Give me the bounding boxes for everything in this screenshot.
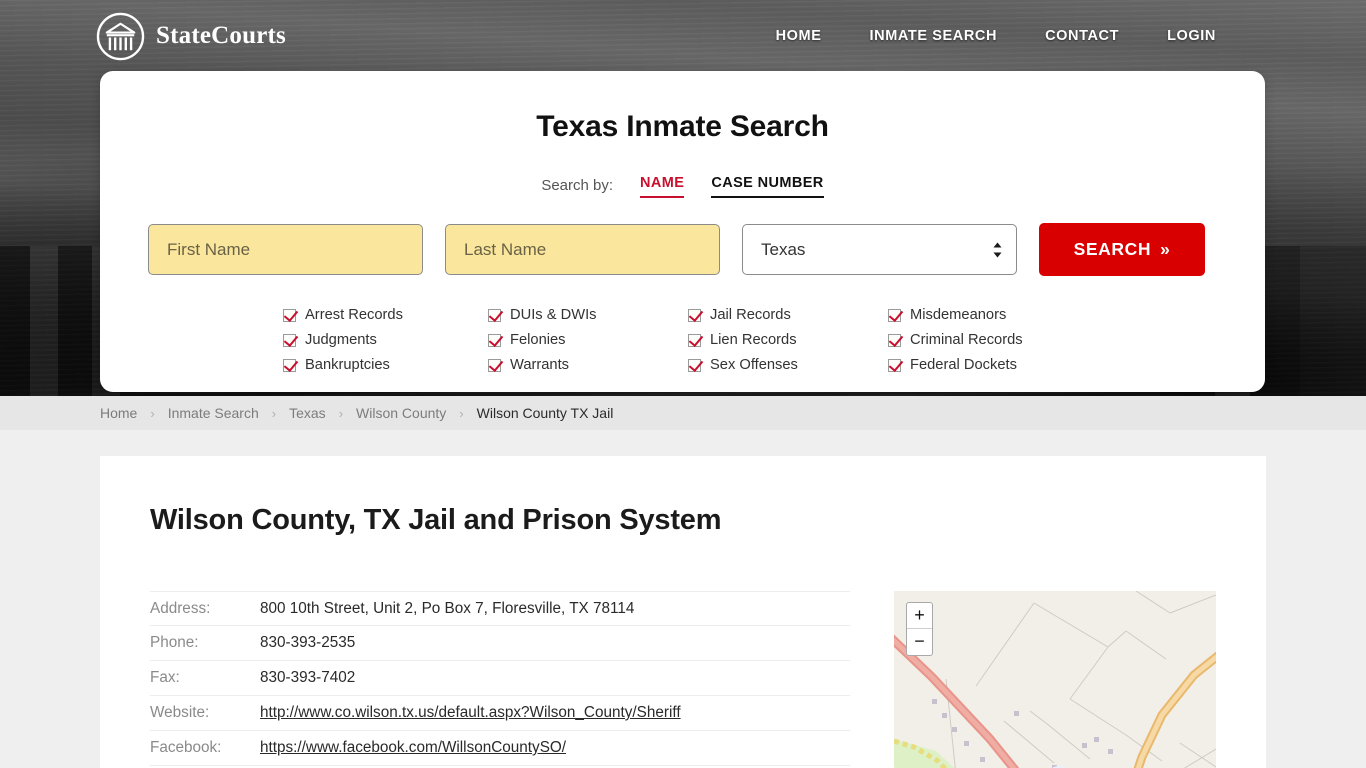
facility-body: Address: 800 10th Street, Unit 2, Po Box… (150, 591, 1216, 768)
nav-item-home[interactable]: HOME (776, 28, 822, 44)
checkbox-checked-icon[interactable] (688, 358, 701, 372)
chevron-right-icon: › (459, 405, 464, 421)
map-tiles (894, 591, 1216, 768)
checkbox-checked-icon[interactable] (888, 333, 901, 347)
record-type-label: Judgments (305, 332, 377, 348)
breadcrumb-item-current: Wilson County TX Jail (476, 405, 614, 421)
nav-item-inmate-search[interactable]: INMATE SEARCH (870, 28, 998, 44)
record-type-item[interactable]: Federal Dockets (888, 353, 1103, 377)
record-type-item[interactable]: Misdemeanors (888, 303, 1103, 327)
record-type-label: Criminal Records (910, 332, 1023, 348)
search-button[interactable]: SEARCH » (1039, 223, 1205, 276)
record-type-item[interactable]: Criminal Records (888, 328, 1103, 352)
info-label: Facebook: (150, 739, 222, 756)
info-label: Website: (150, 704, 210, 721)
tab-case-number[interactable]: CASE NUMBER (711, 175, 825, 198)
info-value-fax: 830-393-7402 (260, 669, 356, 686)
courthouse-circle-icon (96, 12, 145, 61)
record-type-label: Bankruptcies (305, 357, 390, 373)
record-type-item[interactable]: DUIs & DWIs (488, 303, 688, 327)
record-type-item[interactable]: Judgments (283, 328, 488, 352)
first-name-input[interactable] (148, 224, 423, 275)
record-type-label: Federal Dockets (910, 357, 1017, 373)
page-title: Wilson County, TX Jail and Prison System (150, 504, 722, 536)
table-row: Fax: 830-393-7402 (150, 661, 850, 696)
main-navigation: HOME INMATE SEARCH CONTACT LOGIN (776, 28, 1216, 44)
page-body: Wilson County, TX Jail and Prison System… (0, 456, 1366, 768)
checkbox-checked-icon[interactable] (283, 308, 296, 322)
checkbox-checked-icon[interactable] (688, 333, 701, 347)
nav-item-login[interactable]: LOGIN (1167, 28, 1216, 44)
breadcrumb-item-texas[interactable]: Texas (289, 405, 326, 421)
state-select-wrap: Texas (742, 224, 1017, 275)
breadcrumb-item-inmate-search[interactable]: Inmate Search (168, 405, 259, 421)
site-header: StateCourts HOME INMATE SEARCH CONTACT L… (0, 0, 1366, 72)
search-by-row: Search by: NAME CASE NUMBER (148, 170, 1217, 198)
record-type-label: Felonies (510, 332, 566, 348)
state-select[interactable]: Texas (742, 224, 1017, 275)
record-type-label: Sex Offenses (710, 357, 798, 373)
zoom-out-button[interactable]: − (907, 629, 932, 655)
record-type-label: DUIs & DWIs (510, 307, 597, 323)
info-value-address: 800 10th Street, Unit 2, Po Box 7, Flore… (260, 599, 635, 617)
checkbox-checked-icon[interactable] (283, 333, 296, 347)
chevron-right-icon: › (271, 405, 277, 421)
info-label: Fax: (150, 669, 180, 686)
checkbox-checked-icon[interactable] (488, 358, 501, 372)
website-link[interactable]: http://www.co.wilson.tx.us/default.aspx?… (260, 704, 681, 721)
record-type-item[interactable]: Lien Records (688, 328, 888, 352)
last-name-input[interactable] (445, 224, 720, 275)
location-map[interactable]: + − (894, 591, 1216, 768)
inmate-search-card: Texas Inmate Search Search by: NAME CASE… (100, 71, 1265, 392)
record-type-item[interactable]: Felonies (488, 328, 688, 352)
checkbox-checked-icon[interactable] (488, 308, 501, 322)
nav-item-contact[interactable]: CONTACT (1045, 28, 1119, 44)
breadcrumb-item-home[interactable]: Home (100, 405, 137, 421)
chevron-right-icon: › (150, 405, 155, 421)
info-label: Address: (150, 599, 211, 617)
brand-logo-link[interactable]: StateCourts (96, 12, 286, 61)
table-row: Phone: 830-393-2535 (150, 626, 850, 661)
record-type-item[interactable]: Jail Records (688, 303, 888, 327)
record-type-label: Jail Records (710, 307, 791, 323)
breadcrumb-item-wilson-county[interactable]: Wilson County (356, 405, 446, 421)
checkbox-checked-icon[interactable] (888, 358, 901, 372)
breadcrumb: Home › Inmate Search › Texas › Wilson Co… (0, 396, 1366, 430)
record-type-item[interactable]: Sex Offenses (688, 353, 888, 377)
double-chevron-right-icon: » (1160, 239, 1171, 259)
hero-banner: COURTHOUSE StateCourts HOME INMATE SEAR (0, 0, 1366, 396)
checkbox-checked-icon[interactable] (688, 308, 701, 322)
search-by-label: Search by: (541, 177, 614, 194)
facebook-link[interactable]: https://www.facebook.com/WillsonCountySO… (260, 739, 566, 756)
tab-name[interactable]: NAME (640, 175, 685, 198)
chevron-right-icon: › (338, 405, 344, 421)
record-type-list: Arrest Records DUIs & DWIs Jail Records … (283, 303, 1217, 377)
table-row: Website: http://www.co.wilson.tx.us/defa… (150, 696, 850, 731)
record-type-label: Misdemeanors (910, 307, 1007, 323)
table-row: Facebook: https://www.facebook.com/Wills… (150, 731, 850, 766)
record-type-label: Lien Records (710, 332, 797, 348)
zoom-in-button[interactable]: + (907, 603, 932, 629)
brand-name: StateCourts (156, 22, 286, 49)
search-card-title: Texas Inmate Search (536, 110, 829, 143)
record-type-label: Arrest Records (305, 307, 403, 323)
facility-detail-card: Wilson County, TX Jail and Prison System… (100, 456, 1266, 768)
checkbox-checked-icon[interactable] (488, 333, 501, 347)
facility-info-table: Address: 800 10th Street, Unit 2, Po Box… (150, 591, 850, 768)
info-value-phone: 830-393-2535 (260, 634, 356, 651)
search-button-label: SEARCH (1073, 239, 1152, 259)
checkbox-checked-icon[interactable] (283, 358, 296, 372)
search-form: Texas SEARCH » (148, 223, 1217, 276)
info-label: Phone: (150, 634, 199, 651)
record-type-item[interactable]: Arrest Records (283, 303, 488, 327)
record-type-item[interactable]: Warrants (488, 353, 688, 377)
table-row: Address: 800 10th Street, Unit 2, Po Box… (150, 591, 850, 626)
record-type-label: Warrants (510, 357, 570, 373)
map-zoom-controls[interactable]: + − (906, 602, 933, 656)
checkbox-checked-icon[interactable] (888, 308, 901, 322)
record-type-item[interactable]: Bankruptcies (283, 353, 488, 377)
